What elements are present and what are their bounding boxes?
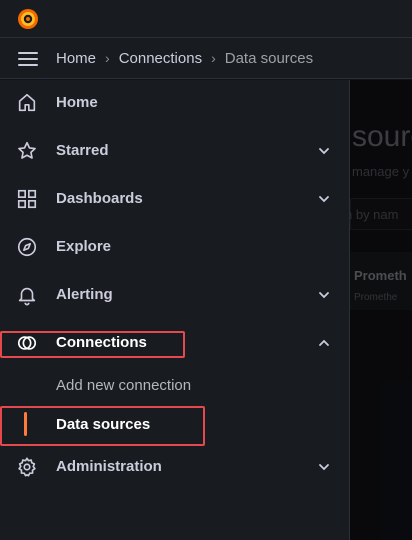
breadcrumb-connections[interactable]: Connections bbox=[119, 50, 202, 67]
active-indicator bbox=[24, 412, 27, 436]
connections-icon bbox=[17, 336, 37, 350]
chevron-down-icon[interactable] bbox=[317, 288, 331, 302]
chevron-down-icon[interactable] bbox=[317, 460, 331, 474]
menu-icon[interactable] bbox=[18, 51, 38, 67]
bell-icon bbox=[18, 287, 36, 306]
top-bar bbox=[0, 0, 412, 38]
sidebar-subitem-label: Add new connection bbox=[56, 377, 192, 394]
sidebar-item-home[interactable]: Home bbox=[0, 83, 350, 123]
star-icon bbox=[18, 141, 36, 159]
dashboards-icon bbox=[17, 189, 37, 209]
sidebar-item-label: Alerting bbox=[56, 286, 113, 303]
chevron-down-icon[interactable] bbox=[317, 192, 331, 206]
breadcrumb: Home › Connections › Data sources bbox=[56, 38, 313, 78]
sidebar-item-label: Home bbox=[56, 94, 98, 111]
sidebar-nav: Home Starred Dashboards Explore Alerting… bbox=[0, 80, 350, 540]
sidebar-item-starred[interactable]: Starred bbox=[0, 131, 350, 171]
sidebar-item-label: Dashboards bbox=[56, 190, 143, 207]
sidebar-item-label: Connections bbox=[56, 334, 147, 351]
breadcrumb-separator: › bbox=[211, 50, 216, 66]
sidebar-item-label: Administration bbox=[56, 458, 162, 475]
breadcrumb-bar: Home › Connections › Data sources bbox=[0, 38, 412, 79]
chevron-up-icon[interactable] bbox=[317, 336, 331, 350]
sidebar-subitem-data-sources[interactable]: Data sources bbox=[0, 407, 350, 443]
sidebar-item-administration[interactable]: Administration bbox=[0, 447, 350, 487]
grafana-logo-icon[interactable] bbox=[16, 7, 40, 31]
sidebar-item-dashboards[interactable]: Dashboards bbox=[0, 179, 350, 219]
sidebar-subitem-add-new-connection[interactable]: Add new connection bbox=[0, 368, 350, 404]
sidebar-item-connections[interactable]: Connections bbox=[0, 323, 350, 363]
sidebar-item-explore[interactable]: Explore bbox=[0, 227, 350, 267]
sidebar-subitem-label: Data sources bbox=[56, 416, 151, 433]
home-icon bbox=[18, 93, 36, 112]
compass-icon bbox=[17, 237, 37, 257]
modal-backdrop[interactable] bbox=[350, 80, 412, 540]
gear-icon bbox=[18, 457, 36, 477]
chevron-down-icon[interactable] bbox=[317, 144, 331, 158]
breadcrumb-home[interactable]: Home bbox=[56, 50, 96, 67]
breadcrumb-separator: › bbox=[105, 50, 110, 66]
sidebar-item-label: Explore bbox=[56, 238, 112, 255]
sidebar-item-alerting[interactable]: Alerting bbox=[0, 275, 350, 315]
breadcrumb-data-sources: Data sources bbox=[224, 49, 314, 67]
sidebar-item-label: Starred bbox=[56, 142, 109, 159]
